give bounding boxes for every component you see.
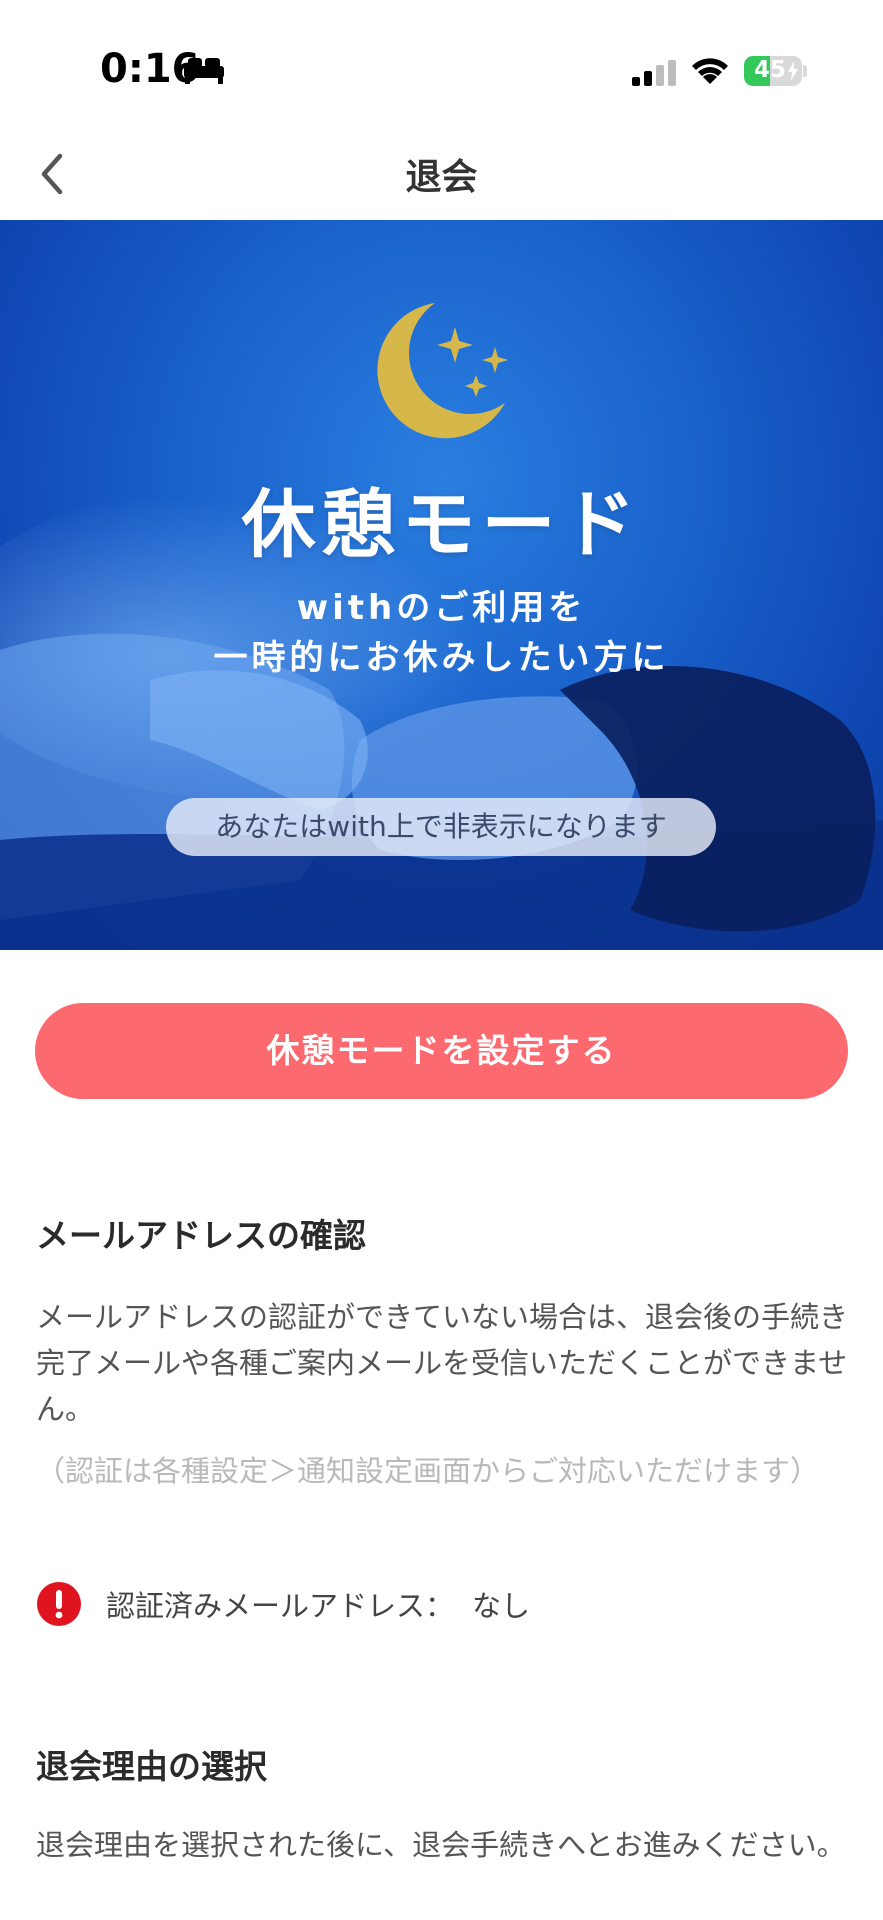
- page-title: 退会: [405, 157, 478, 198]
- rest-mode-banner[interactable]: 休憩モード withのご利用を 一時的にお休みしたい方に あなたはwith上で非…: [0, 220, 883, 950]
- email-verification-note: （認証は各種設定＞通知設定画面からご対応いただけます）: [36, 1454, 820, 1488]
- battery-indicator: 45: [744, 56, 802, 86]
- reason-section-title: 退会理由の選択: [36, 1747, 267, 1786]
- banner-title: 休憩モード: [241, 482, 642, 568]
- wifi-icon: [692, 58, 728, 84]
- banner-subtitle-line1: withのご利用を: [296, 588, 587, 628]
- email-section-description: メールアドレスの認証ができていない場合は、退会後の手続き完了メールや各種ご案内メ…: [36, 1300, 849, 1426]
- set-rest-mode-button[interactable]: 休憩モードを設定する: [35, 1003, 848, 1099]
- verified-email-value: なし: [472, 1589, 531, 1623]
- moon-stars-icon: [377, 303, 508, 439]
- cellular-signal-icon: [632, 60, 676, 86]
- verified-email-label: 認証済みメールアドレス：: [106, 1589, 455, 1623]
- banner-hidden-notice: あなたはwith上で非表示になります: [166, 798, 716, 856]
- reason-section-description: 退会理由を選択された後に、退会手続きへとお進みください。: [36, 1828, 846, 1862]
- battery-cap: [803, 65, 807, 77]
- status-bar: 0:16 45: [0, 0, 883, 130]
- bed-icon: [184, 58, 224, 84]
- email-section-title: メールアドレスの確認: [36, 1216, 366, 1255]
- alert-icon: [37, 1582, 81, 1626]
- charging-bolt-icon: [788, 61, 798, 81]
- verified-email-row: 認証済みメールアドレス： なし: [36, 1580, 530, 1628]
- nav-bar: 退会: [0, 130, 883, 220]
- banner-subtitle-line2: 一時的にお休みしたい方に: [213, 638, 670, 678]
